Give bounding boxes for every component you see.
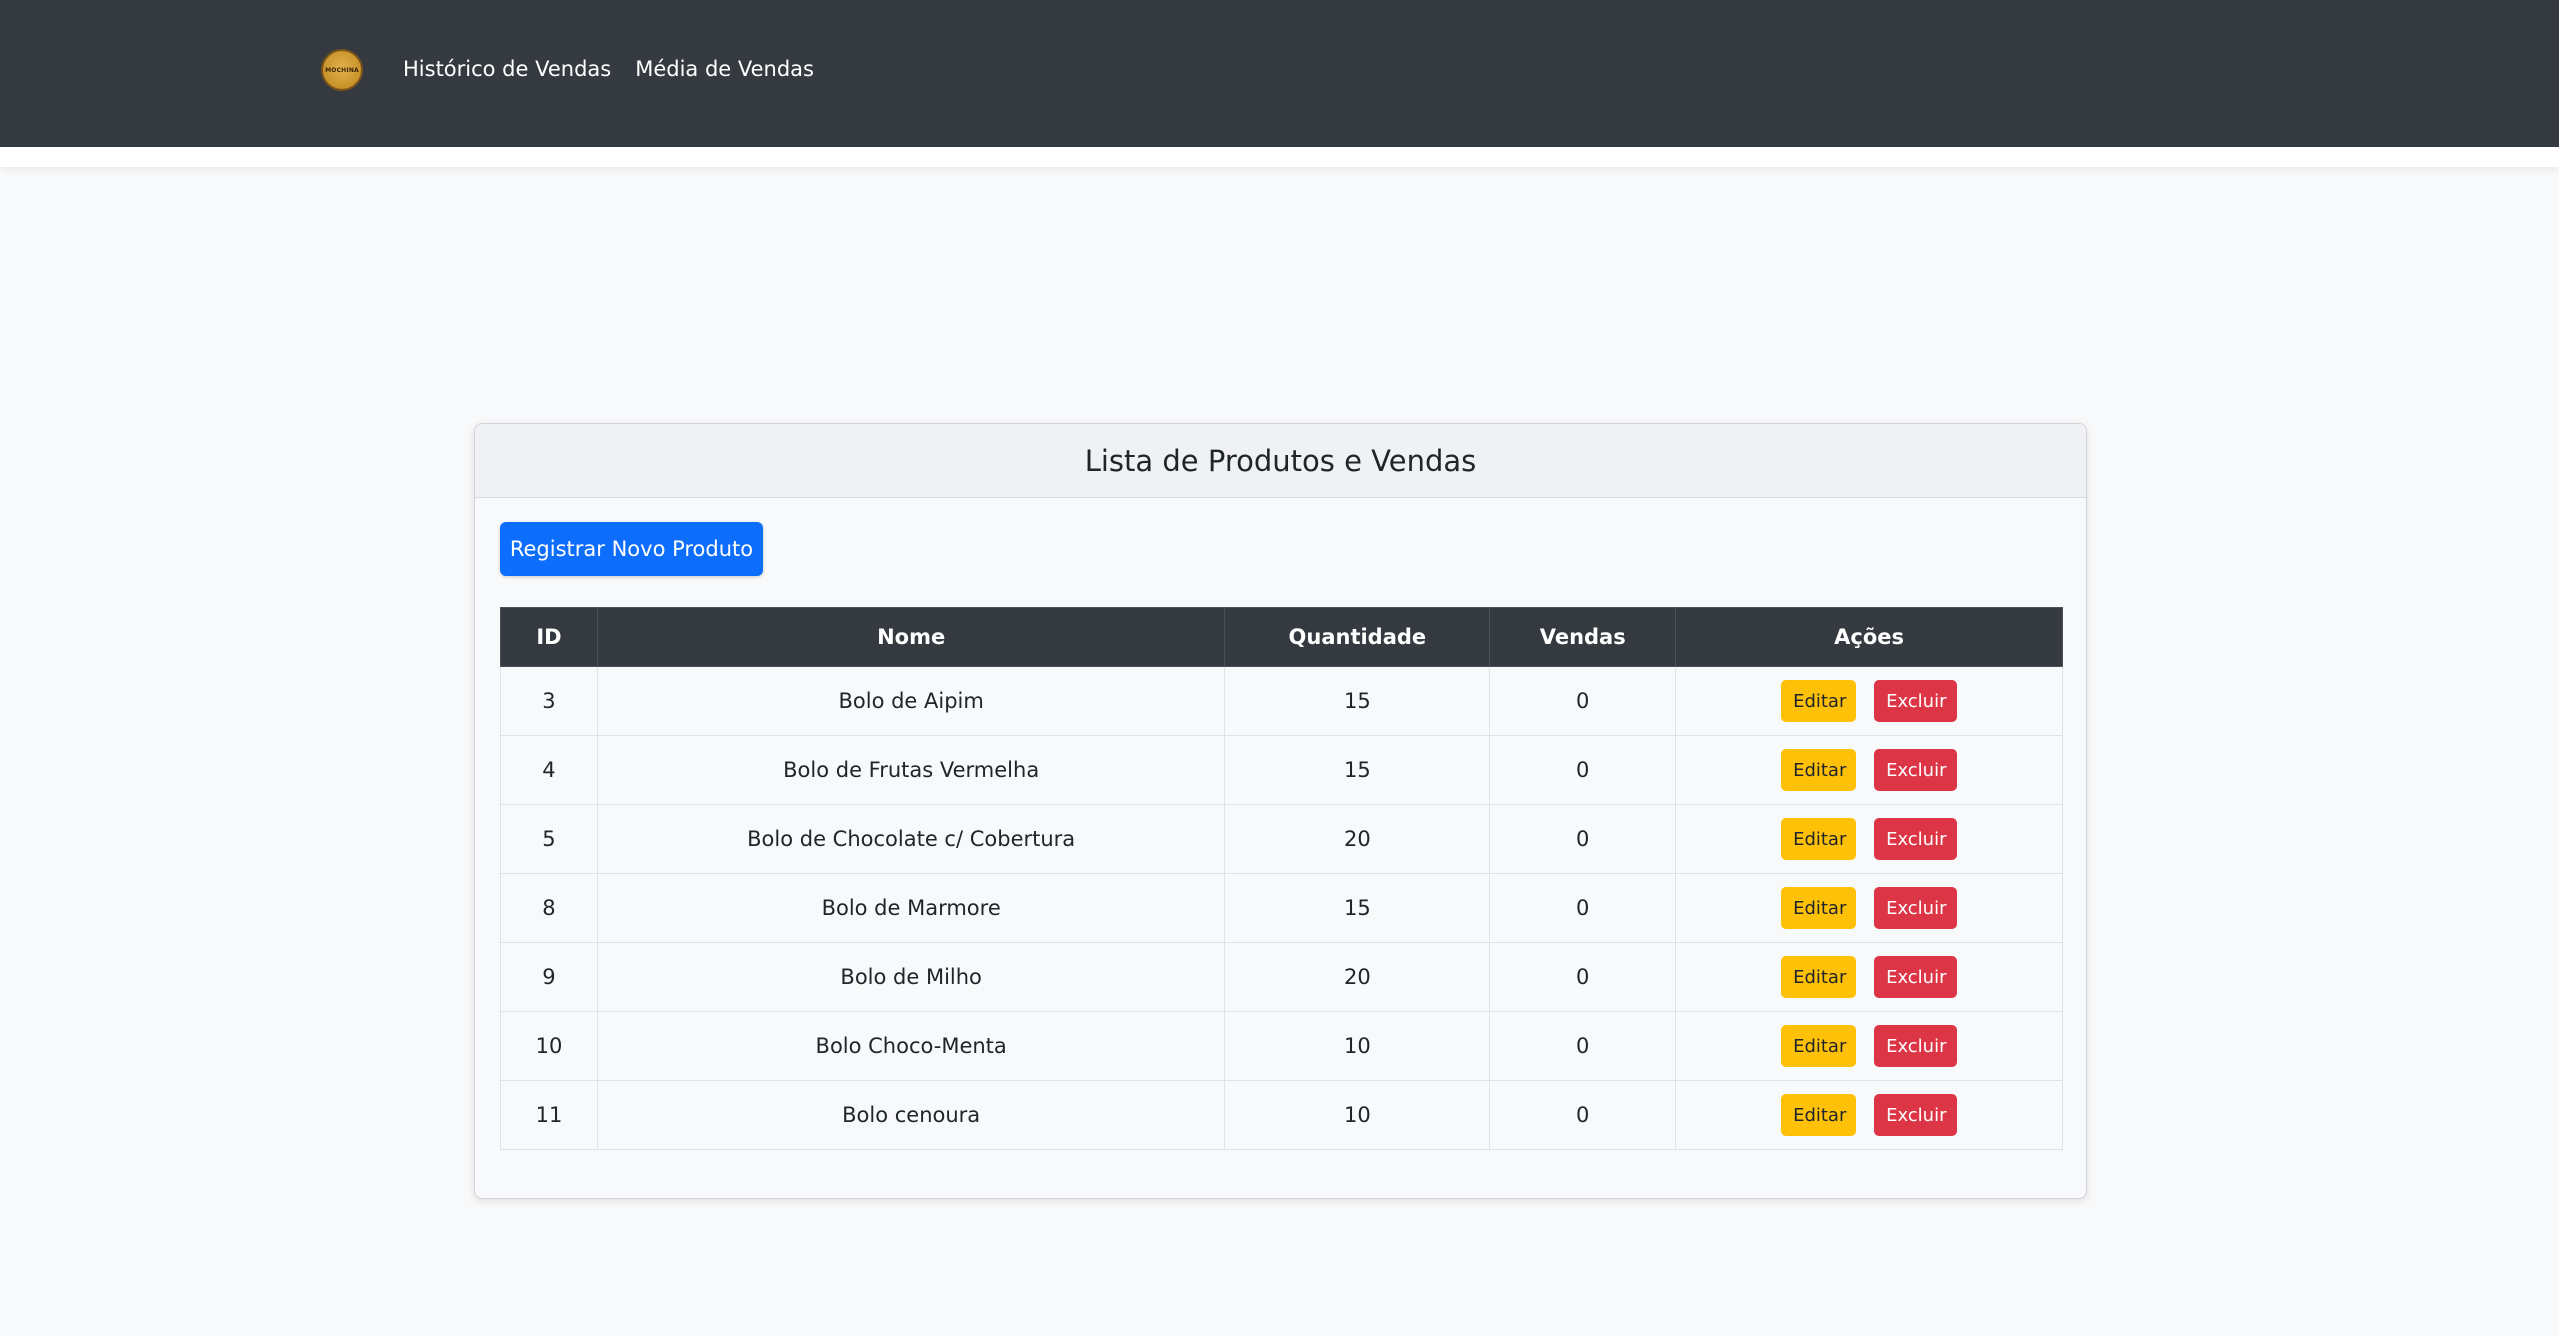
cell-vendas: 0 [1489,873,1677,943]
cell-acoes: Editar Excluir [1675,735,2063,805]
cell-vendas: 0 [1489,1011,1677,1081]
delete-button[interactable]: Excluir [1874,818,1958,860]
column-header-acoes: Ações [1675,607,2063,667]
edit-button[interactable]: Editar [1781,1025,1857,1067]
table-row: 8 Bolo de Marmore 15 0 Editar Excluir [500,873,2063,943]
cell-acoes: Editar Excluir [1675,1080,2063,1150]
cell-id: 3 [500,666,598,736]
table-header-row: ID Nome Quantidade Vendas Ações [500,607,2063,667]
cell-nome: Bolo de Chocolate c/ Cobertura [596,804,1226,874]
register-product-button[interactable]: Registrar Novo Produto [500,522,763,576]
cell-id: 8 [500,873,598,943]
table-body: 3 Bolo de Aipim 15 0 Editar Excluir 4 Bolo de F… [500,666,2063,1150]
nav-links: Histórico de Vendas Média de Vendas [403,52,814,86]
cell-vendas: 0 [1489,942,1677,1012]
edit-button[interactable]: Editar [1781,887,1857,929]
cell-id: 9 [500,942,598,1012]
delete-button[interactable]: Excluir [1874,956,1958,998]
cell-quantidade: 10 [1224,1080,1491,1150]
nav-link-historico-vendas[interactable]: Histórico de Vendas [403,52,611,86]
edit-button[interactable]: Editar [1781,956,1857,998]
cell-nome: Bolo de Aipim [596,666,1226,736]
cell-vendas: 0 [1489,1080,1677,1150]
products-table: ID Nome Quantidade Vendas Ações 3 Bolo de… [500,607,2063,1150]
delete-button[interactable]: Excluir [1874,887,1958,929]
edit-button[interactable]: Editar [1781,680,1857,722]
cell-quantidade: 20 [1224,804,1491,874]
cell-nome: Bolo de Frutas Vermelha [596,735,1226,805]
cell-acoes: Editar Excluir [1675,666,2063,736]
brand-logo[interactable]: MOCHINA [321,49,363,91]
cell-nome: Bolo Choco-Menta [596,1011,1226,1081]
table-row: 4 Bolo de Frutas Vermelha 15 0 Editar Excluir [500,735,2063,805]
cell-quantidade: 15 [1224,735,1491,805]
cell-vendas: 0 [1489,666,1677,736]
page-title: Lista de Produtos e Vendas [1084,443,1477,478]
cell-id: 11 [500,1080,598,1150]
navbar: MOCHINA Histórico de Vendas Média de Ven… [0,0,2559,147]
cell-nome: Bolo de Milho [596,942,1226,1012]
cell-nome: Bolo cenoura [596,1080,1226,1150]
row-actions: Editar Excluir [1676,680,2062,722]
row-actions: Editar Excluir [1676,887,2062,929]
column-header-quantidade: Quantidade [1224,607,1491,667]
table-row: 11 Bolo cenoura 10 0 Editar Excluir [500,1080,2063,1150]
delete-button[interactable]: Excluir [1874,1094,1958,1136]
table-row: 9 Bolo de Milho 20 0 Editar Excluir [500,942,2063,1012]
delete-button[interactable]: Excluir [1874,1025,1958,1067]
row-actions: Editar Excluir [1676,818,2062,860]
edit-button[interactable]: Editar [1781,749,1857,791]
cell-id: 5 [500,804,598,874]
row-actions: Editar Excluir [1676,956,2062,998]
products-card: Lista de Produtos e Vendas Registrar Nov… [474,423,2087,1199]
table-row: 10 Bolo Choco-Menta 10 0 Editar Excluir [500,1011,2063,1081]
table-row: 5 Bolo de Chocolate c/ Cobertura 20 0 Editar… [500,804,2063,874]
cell-vendas: 0 [1489,735,1677,805]
column-header-id: ID [500,607,598,667]
cell-id: 4 [500,735,598,805]
table-row: 3 Bolo de Aipim 15 0 Editar Excluir [500,666,2063,736]
cell-acoes: Editar Excluir [1675,873,2063,943]
cell-acoes: Editar Excluir [1675,1011,2063,1081]
cell-quantidade: 15 [1224,873,1491,943]
card-header: Lista de Produtos e Vendas [475,424,2086,498]
cell-id: 10 [500,1011,598,1081]
edit-button[interactable]: Editar [1781,818,1857,860]
cell-acoes: Editar Excluir [1675,942,2063,1012]
cell-vendas: 0 [1489,804,1677,874]
cell-acoes: Editar Excluir [1675,804,2063,874]
logo-text: MOCHINA [325,66,359,74]
navbar-divider [0,147,2559,167]
cell-quantidade: 15 [1224,666,1491,736]
edit-button[interactable]: Editar [1781,1094,1857,1136]
column-header-nome: Nome [596,607,1226,667]
cell-quantidade: 20 [1224,942,1491,1012]
cell-nome: Bolo de Marmore [596,873,1226,943]
row-actions: Editar Excluir [1676,1025,2062,1067]
nav-link-media-vendas[interactable]: Média de Vendas [635,52,814,86]
row-actions: Editar Excluir [1676,1094,2062,1136]
delete-button[interactable]: Excluir [1874,749,1958,791]
column-header-vendas: Vendas [1489,607,1677,667]
cell-quantidade: 10 [1224,1011,1491,1081]
delete-button[interactable]: Excluir [1874,680,1958,722]
row-actions: Editar Excluir [1676,749,2062,791]
